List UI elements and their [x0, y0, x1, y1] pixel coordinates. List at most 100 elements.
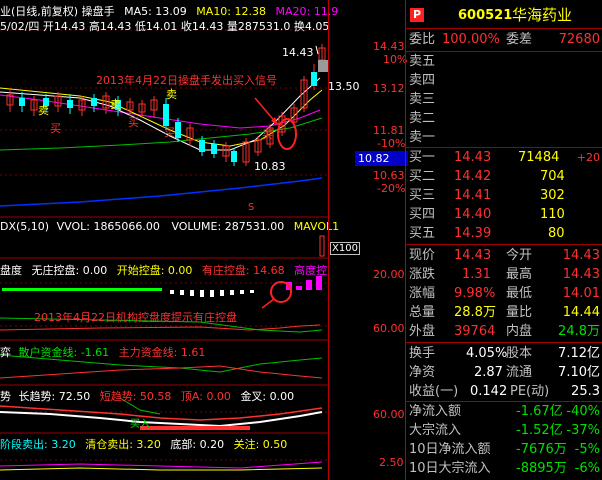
stat-label: 最低: [506, 286, 533, 301]
ask-row-2[interactable]: 卖二: [406, 109, 602, 128]
axis-price-1: 14.43: [373, 40, 405, 53]
golden-cross-label: 金叉: 0.00: [240, 390, 295, 403]
bid-volume: 302: [540, 188, 565, 203]
bid-row-5[interactable]: 买五 14.39 80: [406, 224, 602, 243]
axis-stage-1: 2.50: [379, 456, 404, 469]
flow-pct: -6%: [574, 461, 600, 476]
flow-pct: -37%: [566, 423, 600, 438]
bid-price: 14.41: [454, 188, 492, 203]
stat-label: 流通: [506, 365, 533, 380]
high-control-label: 高度控: [294, 264, 328, 277]
has-control-label: 有庄控盘: 14.68: [201, 264, 285, 277]
sell-mark-1: 卖: [38, 104, 49, 117]
stat-value: 24.8万: [558, 324, 600, 339]
stat-row-pct: 涨幅 9.98% 最低 14.01: [406, 284, 602, 303]
ask-label: 卖三: [409, 92, 436, 107]
order-ratio-row: 委比 100.00% 委差 72680: [406, 30, 602, 49]
ask-row-3[interactable]: 卖三: [406, 90, 602, 109]
ma10-label: MA10: 12.38: [196, 5, 267, 18]
volume-title-row: DX(5,10) VVOL: 1865066.00 VOLUME: 287531…: [0, 220, 339, 233]
bid-label: 买二: [409, 169, 436, 184]
bid-price: 14.39: [454, 226, 492, 241]
ask-row-4[interactable]: 卖四: [406, 71, 602, 90]
trend-buy-mark: 买入: [130, 419, 150, 430]
no-control-label: 无庄控盘: 0.00: [31, 264, 108, 277]
quote-header: P 600521 华海药业: [406, 6, 602, 25]
main-title: 业(日线,前复权) 操盘手: [0, 5, 115, 18]
buy-mark-1: 买: [50, 122, 61, 135]
stage-sell-label: 阶段卖出: 3.20: [0, 438, 76, 451]
bid-volume: 80: [548, 226, 565, 241]
buy-mark-2: 买: [128, 116, 139, 129]
retail-fund-line: 散户资金线: -1.61: [18, 346, 110, 359]
quote-badge[interactable]: P: [410, 8, 424, 22]
quote-panel: P 600521 华海药业 委比 100.00% 委差 72680 卖五 卖四 …: [405, 0, 602, 480]
flow-pct: -40%: [566, 404, 600, 419]
control-title-row: 盘度 无庄控盘: 0.00 开始控盘: 0.00 有庄控盘: 14.68 高度控: [0, 262, 327, 278]
stat-row-price: 现价 14.43 今开 14.43: [406, 246, 602, 265]
axis-pct-1: 10%: [383, 53, 408, 66]
bid-volume: 110: [540, 207, 565, 222]
bid-price: 14.40: [454, 207, 492, 222]
wb-label: 委比: [409, 32, 436, 47]
bid-row-4[interactable]: 买四 14.40 110: [406, 205, 602, 224]
flow-value: -1.67亿: [516, 404, 563, 419]
stage-title-row: 阶段卖出: 3.20 清仓卖出: 3.20 底部: 0.20 关注: 0.50: [0, 436, 287, 452]
bid-volume: 71484: [518, 150, 560, 165]
stat-label: 外盘: [409, 324, 436, 339]
fund-title-row: 弈 散户资金线: -1.61 主力资金线: 1.61: [0, 344, 205, 360]
axis-price-3: 11.81: [373, 124, 405, 137]
sell-mark-3: 卖: [166, 88, 177, 101]
stat-value: 14.01: [562, 286, 600, 301]
focus-label: 关注: 0.50: [233, 438, 288, 451]
stat-label: 内盘: [506, 324, 533, 339]
axis-price-4: 10.63: [373, 169, 405, 182]
fund-title: 弈: [0, 346, 11, 359]
stat-row-change: 涨跌 1.31 最高 14.43: [406, 265, 602, 284]
bid-label: 买四: [409, 207, 436, 222]
stat-row-side: 外盘 39764 内盘 24.8万: [406, 322, 602, 341]
axis-control-2: 60.00: [373, 322, 405, 335]
start-control-label: 开始控盘: 0.00: [116, 264, 193, 277]
buy-mark-4: 买: [262, 128, 273, 141]
bottom-label: 底部: 0.20: [170, 438, 225, 451]
clear-sell-label: 清仓卖出: 3.20: [85, 438, 161, 451]
control-title: 盘度: [0, 264, 22, 277]
main-fund-line: 主力资金线: 1.61: [118, 346, 206, 359]
flow-label: 大宗流入: [409, 423, 462, 438]
flow-value: -8895万: [516, 461, 567, 476]
bid-row-3[interactable]: 买三 14.41 302: [406, 186, 602, 205]
main-title-row: 业(日线,前复权) 操盘手 MA5: 13.09 MA10: 12.38 MA2…: [0, 3, 338, 19]
bid-row-1[interactable]: 买一 14.43 71484 +20: [406, 148, 602, 167]
ask-row-5[interactable]: 卖五: [406, 52, 602, 71]
ask-label: 卖四: [409, 73, 436, 88]
stat-value: 39764: [454, 324, 496, 339]
stock-name: 华海药业: [512, 6, 573, 24]
axis-control-1: 20.00: [373, 268, 405, 281]
flow-row-2: 大宗流入 -1.52亿 -37%: [406, 421, 602, 440]
stat-value: 28.8万: [454, 305, 496, 320]
bid-row-2[interactable]: 买二 14.42 704: [406, 167, 602, 186]
ask-row-1[interactable]: 卖一: [406, 128, 602, 147]
flow-pct: -5%: [574, 442, 600, 457]
bid-price: 14.42: [454, 169, 492, 184]
ohlc-info: 5/02/四 开14.43 高14.43 低14.01 收14.43 量2875…: [0, 20, 330, 33]
stat-value: 9.98%: [454, 286, 496, 301]
vvol-label: VVOL: 1865066.00: [56, 220, 160, 233]
bid-volume: 704: [540, 169, 565, 184]
stat-value: 14.43: [562, 267, 600, 282]
stock-code: 600521: [458, 8, 513, 23]
volume-title: DX(5,10): [0, 220, 50, 233]
fund-row-net: 净资 2.87 流通 7.10亿: [406, 363, 602, 382]
bid-price: 14.43: [454, 150, 492, 165]
stat-value: 14.43: [562, 248, 600, 263]
stat-label: 量比: [506, 305, 533, 320]
wc-value: 72680: [558, 32, 600, 47]
stat-value: 7.10亿: [558, 365, 600, 380]
s-mark: S: [248, 202, 255, 213]
long-trend-label: 长趋势: 72.50: [18, 390, 91, 403]
flow-label: 净流入额: [409, 404, 462, 419]
stat-row-volume: 总量 28.8万 量比 14.44: [406, 303, 602, 322]
flow-row-3: 10日净流入额 -7676万 -5%: [406, 440, 602, 459]
volume-label: VOLUME: 287531.00: [171, 220, 285, 233]
